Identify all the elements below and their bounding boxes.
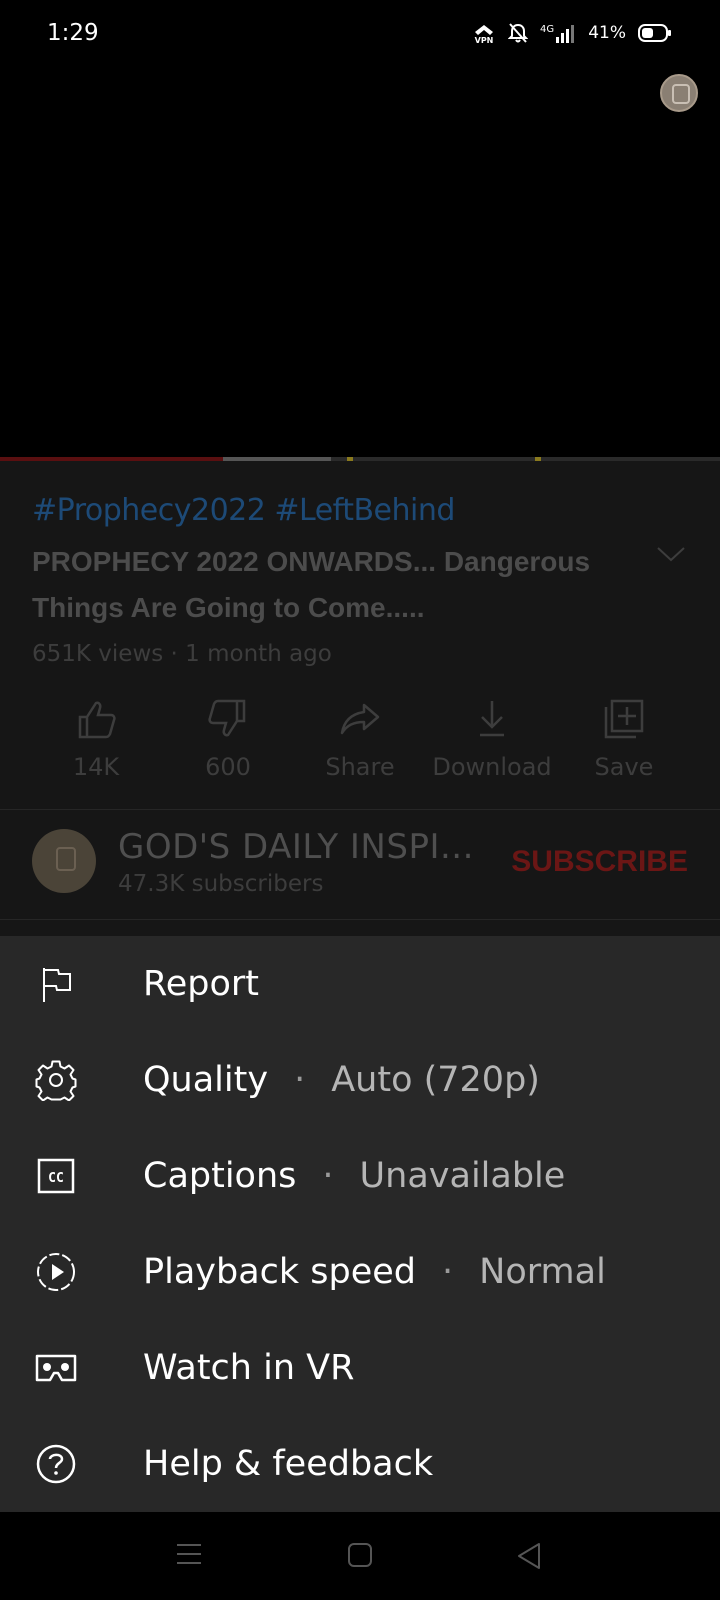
video-hashtags[interactable]: #Prophecy2022 #LeftBehind <box>32 493 455 528</box>
dislike-button[interactable]: 600 <box>162 697 294 787</box>
channel-row[interactable]: GOD'S DAILY INSPI... 47.3K subscribers S… <box>0 809 720 919</box>
like-button[interactable]: 14K <box>30 697 162 787</box>
menu-label: Quality · Auto (720p) <box>143 1060 540 1100</box>
share-button[interactable]: Share <box>294 697 426 787</box>
captions-value: Unavailable <box>359 1156 566 1196</box>
network-label: 4G <box>540 24 554 35</box>
dislike-count: 600 <box>205 753 251 781</box>
video-details: #Prophecy2022 #LeftBehind PROPHECY 2022 … <box>0 461 720 936</box>
status-time: 1:29 <box>47 20 99 46</box>
video-title[interactable]: PROPHECY 2022 ONWARDS... Dangerous Thing… <box>32 539 642 631</box>
divider <box>0 919 720 920</box>
menu-label: Playback speed · Normal <box>143 1252 606 1292</box>
menu-item-quality[interactable]: Quality · Auto (720p) <box>0 1032 720 1128</box>
download-button[interactable]: Download <box>426 697 558 787</box>
playback-speed-icon <box>34 1250 78 1294</box>
video-player[interactable] <box>0 72 720 458</box>
share-label: Share <box>325 753 395 781</box>
download-icon <box>480 701 504 737</box>
status-bar: 1:29 VPN 4G 41% <box>0 0 720 72</box>
captions-icon: CC <box>34 1154 78 1198</box>
menu-item-report[interactable]: Report <box>0 936 720 1032</box>
download-label: Download <box>432 753 552 781</box>
avatar[interactable] <box>32 829 96 893</box>
menu-label: Report <box>143 964 260 1004</box>
flag-icon <box>34 962 78 1006</box>
thumbs-down-icon <box>208 699 246 737</box>
thumbs-up-icon <box>78 701 116 739</box>
channel-watermark-avatar[interactable] <box>660 74 698 112</box>
battery-percent: 41% <box>588 23 626 43</box>
system-nav-bar <box>0 1512 720 1600</box>
vpn-icon: VPN <box>475 25 494 44</box>
bell-off-icon <box>508 23 529 43</box>
menu-label: Help & feedback <box>143 1444 434 1484</box>
subscribe-button[interactable]: SUBSCRIBE <box>511 845 688 879</box>
status-icons: VPN 4G 41% <box>472 22 672 44</box>
menu-item-help-feedback[interactable]: Help & feedback <box>0 1416 720 1512</box>
help-icon <box>34 1442 78 1486</box>
menu-label: Captions · Unavailable <box>143 1156 566 1196</box>
save-button[interactable]: Save <box>558 697 690 787</box>
signal-icon: 4G <box>540 24 575 43</box>
like-count: 14K <box>72 753 120 781</box>
svg-text:VPN: VPN <box>475 36 494 44</box>
menu-item-playback-speed[interactable]: Playback speed · Normal <box>0 1224 720 1320</box>
vr-icon <box>34 1346 78 1390</box>
menu-item-captions[interactable]: CC Captions · Unavailable <box>0 1128 720 1224</box>
video-meta: 651K views · 1 month ago <box>32 641 332 667</box>
back-icon[interactable] <box>516 1542 542 1570</box>
gear-icon <box>34 1058 78 1102</box>
playback-speed-value: Normal <box>479 1252 606 1292</box>
home-icon[interactable] <box>347 1542 373 1568</box>
battery-icon <box>638 24 671 42</box>
chevron-down-icon[interactable] <box>656 545 686 563</box>
quality-value: Auto (720p) <box>331 1060 540 1100</box>
subscriber-count: 47.3K subscribers <box>118 871 324 897</box>
save-icon <box>604 699 644 739</box>
menu-label: Watch in VR <box>143 1348 355 1388</box>
more-options-sheet: Report Quality · Auto (720p) CC Captions · U… <box>0 936 720 1512</box>
save-label: Save <box>594 753 654 781</box>
share-icon <box>340 703 380 735</box>
menu-item-watch-in-vr[interactable]: Watch in VR <box>0 1320 720 1416</box>
svg-text:CC: CC <box>48 1171 64 1186</box>
channel-name[interactable]: GOD'S DAILY INSPI... <box>118 827 474 867</box>
action-row: 14K 600 Share Download Save <box>30 697 690 787</box>
menu-icon[interactable] <box>176 1542 202 1566</box>
